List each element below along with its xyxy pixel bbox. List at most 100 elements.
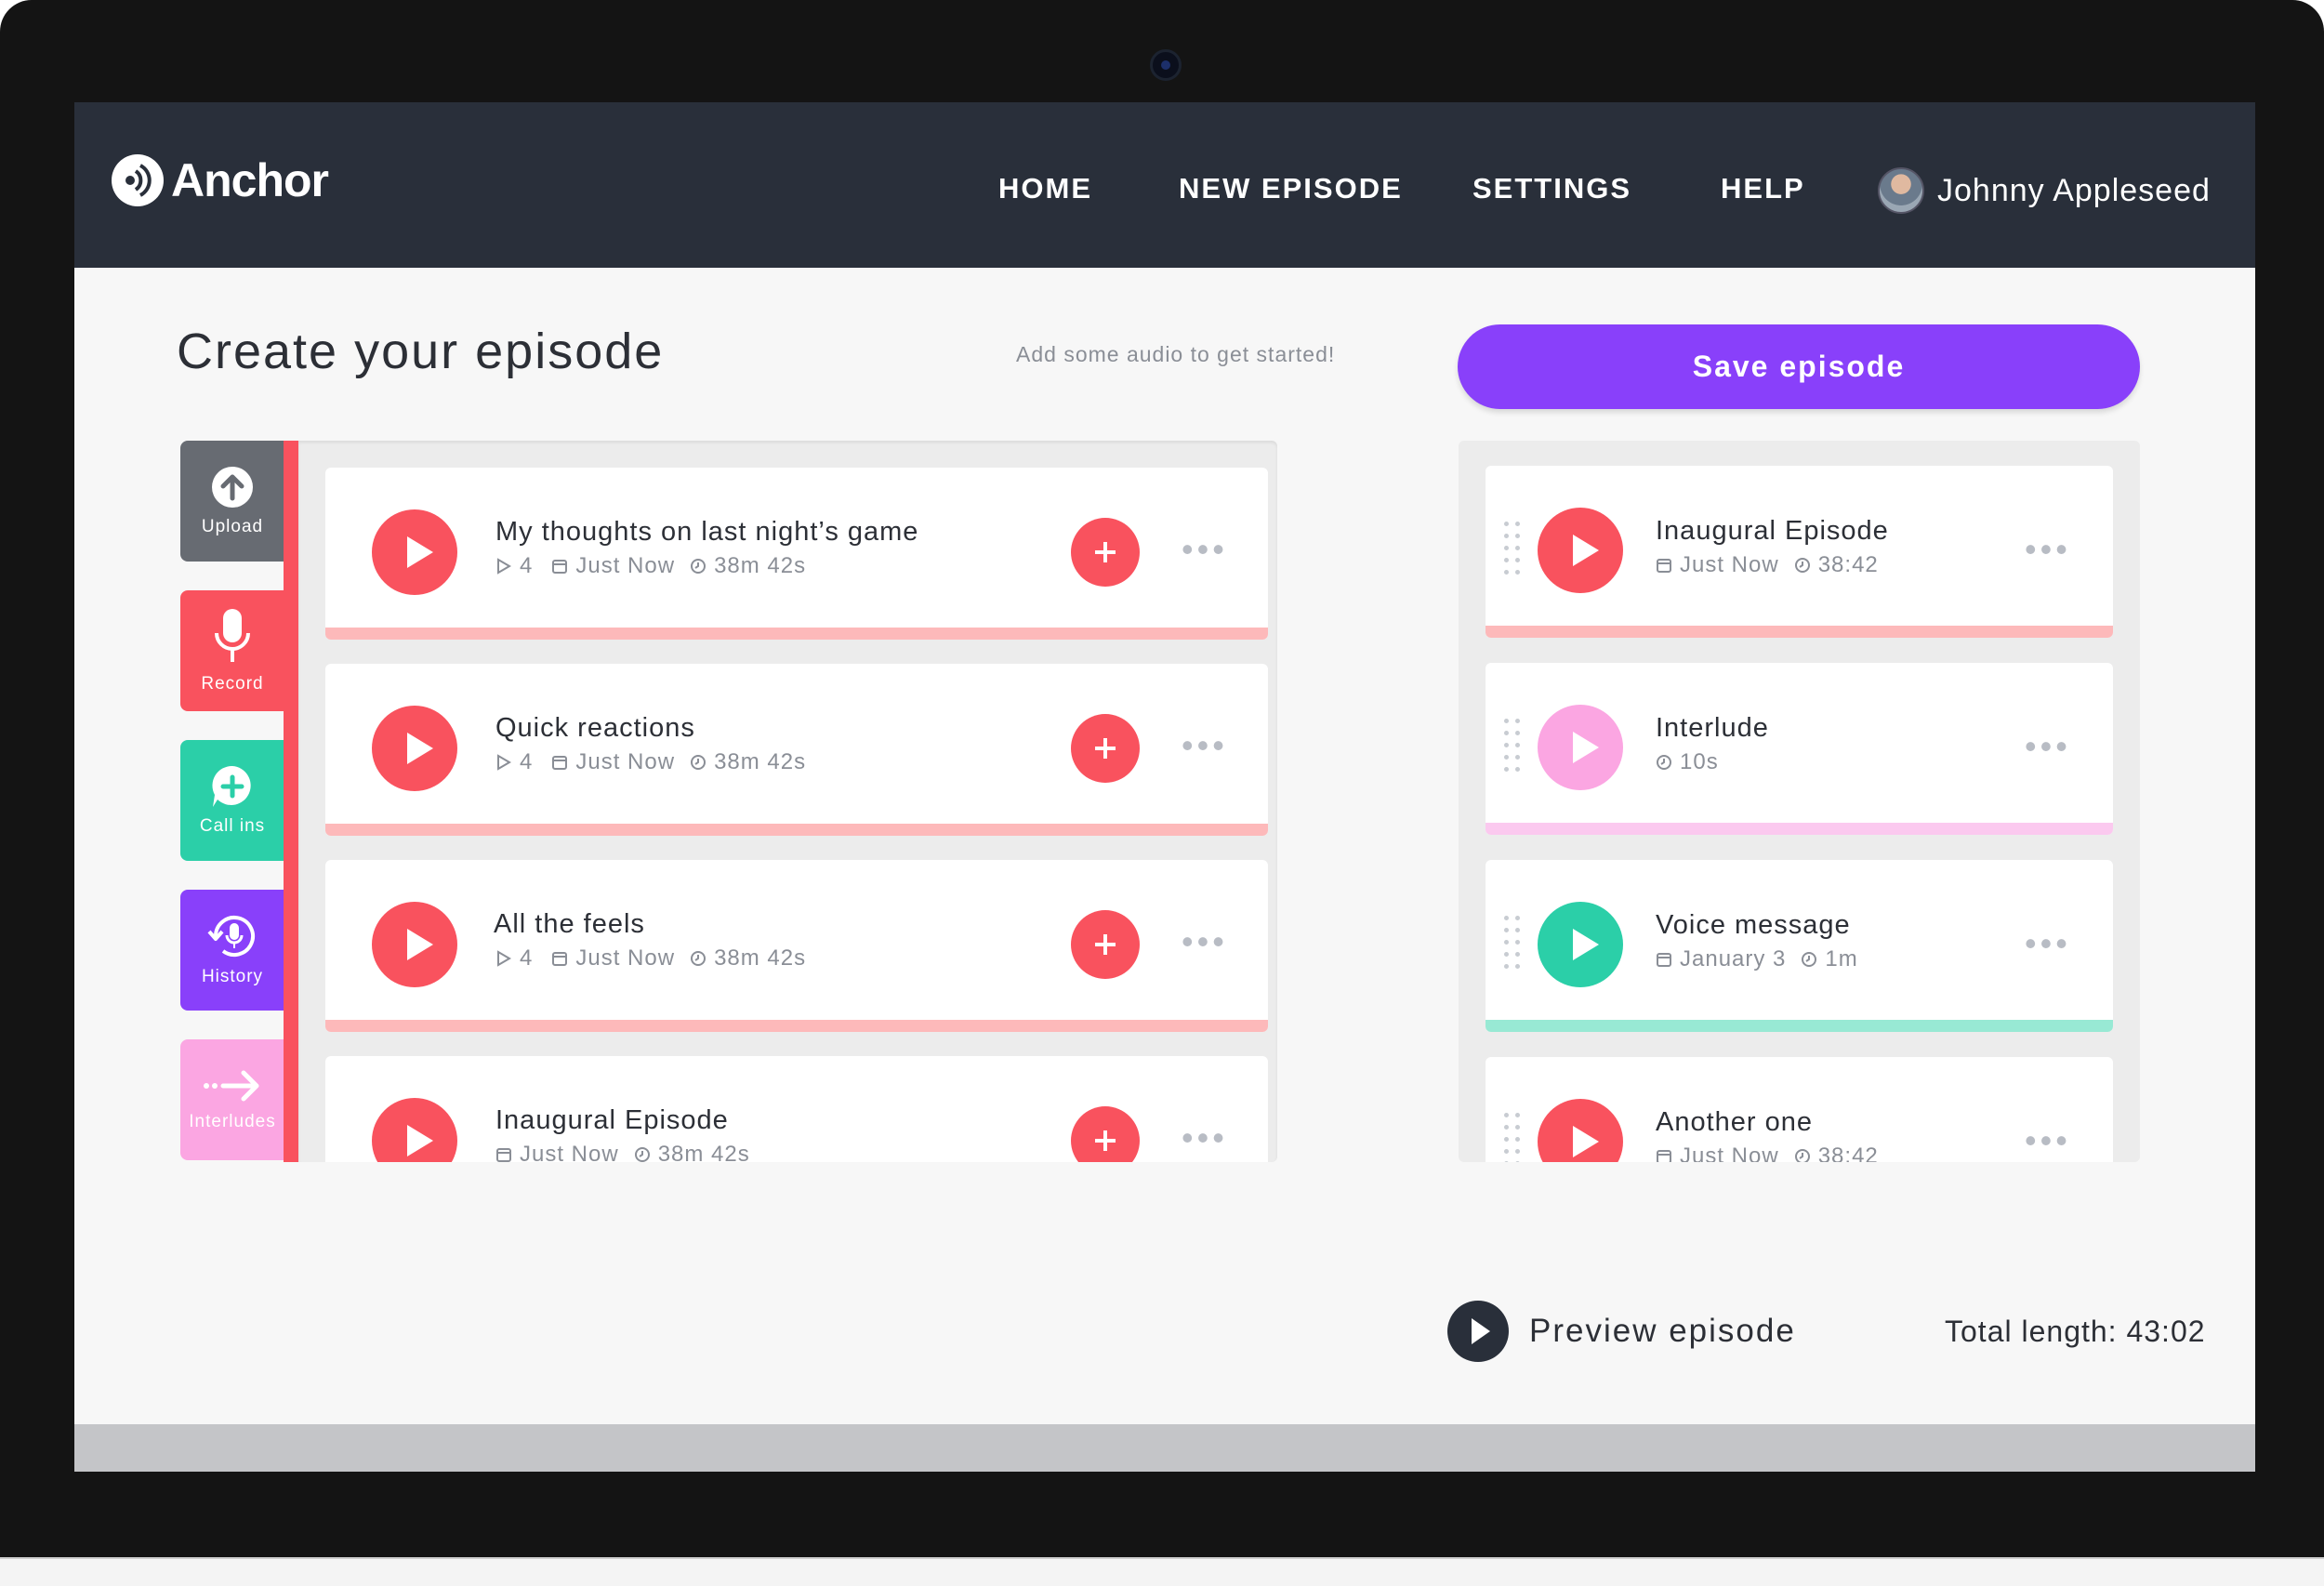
preview-episode-button[interactable]: Preview episode (1447, 1301, 1796, 1362)
episode-segment-list[interactable]: Inaugural Episode Just Now 38:42 ••• Int… (1459, 441, 2140, 1162)
list-item[interactable]: Inaugural Episode Just Now 38:42 ••• (1486, 466, 2113, 638)
clip-progress-bar (325, 1020, 1268, 1032)
clip-meta: 4 Just Now 38m 42s (495, 553, 806, 579)
segment-date: Just Now (1680, 1143, 1779, 1162)
list-item[interactable]: Inaugural Episode Just Now 38m 42s ••• (325, 1056, 1268, 1162)
drag-handle-icon[interactable] (1504, 916, 1523, 970)
tab-history[interactable]: History (180, 890, 284, 1011)
user-menu[interactable]: Johnny Appleseed (1878, 167, 2211, 214)
more-options-icon[interactable]: ••• (1182, 729, 1228, 762)
more-options-icon[interactable]: ••• (2025, 533, 2071, 566)
play-button[interactable] (1538, 902, 1623, 987)
anchor-logo-icon (112, 154, 164, 206)
add-to-episode-button[interactable] (1071, 518, 1140, 587)
more-options-icon[interactable]: ••• (1182, 925, 1228, 958)
play-button[interactable] (372, 509, 457, 595)
clip-duration: 38m 42s (714, 749, 807, 774)
clock-icon (1657, 755, 1671, 770)
drag-handle-icon[interactable] (1504, 719, 1523, 773)
clock-icon (1794, 1149, 1810, 1162)
clock-icon (691, 951, 706, 966)
clip-date: Just Now (520, 1142, 619, 1162)
more-options-icon[interactable]: ••• (2025, 730, 2071, 763)
user-name: Johnny Appleseed (1937, 172, 2211, 208)
list-item[interactable]: Another one Just Now 38:42 ••• (1486, 1057, 2113, 1162)
history-icon (207, 916, 255, 957)
segment-title: Inaugural Episode (1656, 516, 1889, 546)
drag-handle-icon[interactable] (1504, 522, 1523, 575)
call-in-icon (212, 765, 251, 807)
nav-new-episode[interactable]: NEW EPISODE (1179, 172, 1403, 205)
more-options-icon[interactable]: ••• (1182, 533, 1228, 566)
drag-handle-icon[interactable] (1504, 1113, 1523, 1162)
play-count: 4 (520, 553, 534, 578)
clip-title: Quick reactions (495, 713, 695, 743)
clip-title: Inaugural Episode (495, 1105, 729, 1135)
tab-record[interactable]: Record (180, 590, 284, 711)
upload-icon (212, 467, 253, 508)
interlude-arrow-icon (204, 1070, 259, 1102)
preview-play-icon (1447, 1301, 1509, 1362)
play-button[interactable] (372, 706, 457, 791)
play-count-icon (497, 558, 511, 575)
list-item[interactable]: Quick reactions 4 Just Now 38m 42s ••• (325, 664, 1268, 836)
tab-upload-label: Upload (201, 517, 264, 536)
segment-progress-bar (1486, 626, 2113, 638)
segment-duration: 38:42 (1817, 1143, 1879, 1162)
clock-icon (1794, 558, 1810, 573)
segment-title: Voice message (1656, 910, 1851, 940)
segment-meta: January 3 1m (1656, 946, 1858, 972)
segment-date: Just Now (1680, 552, 1779, 577)
segment-meta: 10s (1656, 749, 1719, 775)
anchor-logo[interactable]: Anchor (112, 153, 329, 207)
add-to-episode-button[interactable] (1071, 910, 1140, 979)
play-count-icon (497, 754, 511, 771)
top-navigation-bar: Anchor HOME NEW EPISODE SETTINGS HELP Jo… (74, 102, 2255, 268)
more-options-icon[interactable]: ••• (1182, 1121, 1228, 1155)
segment-duration: 10s (1680, 749, 1719, 774)
more-options-icon[interactable]: ••• (2025, 927, 2071, 960)
clip-duration: 38m 42s (714, 553, 807, 578)
app-screen: Anchor HOME NEW EPISODE SETTINGS HELP Jo… (74, 102, 2255, 1472)
add-to-episode-button[interactable] (1071, 714, 1140, 783)
play-button[interactable] (1538, 1099, 1623, 1162)
laptop-frame: Anchor HOME NEW EPISODE SETTINGS HELP Jo… (0, 0, 2324, 1557)
clip-meta: Just Now 38m 42s (495, 1142, 750, 1162)
app-name: Anchor (171, 154, 329, 206)
list-item[interactable]: My thoughts on last night’s game 4 Just … (325, 468, 1268, 640)
play-button[interactable] (1538, 508, 1623, 593)
save-episode-button[interactable]: Save episode (1458, 324, 2140, 409)
avatar (1878, 167, 1924, 214)
calendar-icon (1657, 559, 1671, 573)
play-button[interactable] (372, 902, 457, 987)
tab-call-ins[interactable]: Call ins (180, 740, 284, 861)
clip-progress-bar (325, 628, 1268, 640)
list-item[interactable]: Voice message January 3 1m ••• (1486, 860, 2113, 1032)
clock-icon (691, 559, 706, 574)
clip-title: All the feels (494, 909, 645, 939)
segment-meta: Just Now 38:42 (1656, 552, 1879, 578)
list-item[interactable]: Interlude 10s ••• (1486, 663, 2113, 835)
play-button[interactable] (1538, 705, 1623, 790)
clip-date: Just Now (575, 749, 676, 774)
play-button[interactable] (372, 1098, 457, 1162)
segment-meta: Just Now 38:42 (1656, 1143, 1879, 1162)
calendar-icon (552, 952, 568, 966)
tab-history-label: History (201, 967, 264, 986)
add-to-episode-button[interactable] (1071, 1106, 1140, 1162)
tab-interludes[interactable]: Interludes (180, 1039, 284, 1160)
play-count: 4 (520, 945, 534, 971)
segment-progress-bar (1486, 823, 2113, 835)
library-list[interactable]: My thoughts on last night’s game 4 Just … (298, 441, 1277, 1162)
list-item[interactable]: All the feels 4 Just Now 38m 42s ••• (325, 860, 1268, 1032)
preview-label: Preview episode (1529, 1313, 1796, 1349)
nav-home[interactable]: HOME (998, 172, 1092, 205)
tab-upload[interactable]: Upload (180, 441, 284, 562)
play-count: 4 (520, 749, 534, 774)
clip-title: My thoughts on last night’s game (495, 517, 919, 547)
more-options-icon[interactable]: ••• (2025, 1124, 2071, 1157)
nav-help[interactable]: HELP (1721, 172, 1805, 205)
clip-meta: 4 Just Now 38m 42s (495, 945, 806, 971)
nav-settings[interactable]: SETTINGS (1472, 172, 1631, 205)
clip-duration: 38m 42s (714, 945, 807, 971)
